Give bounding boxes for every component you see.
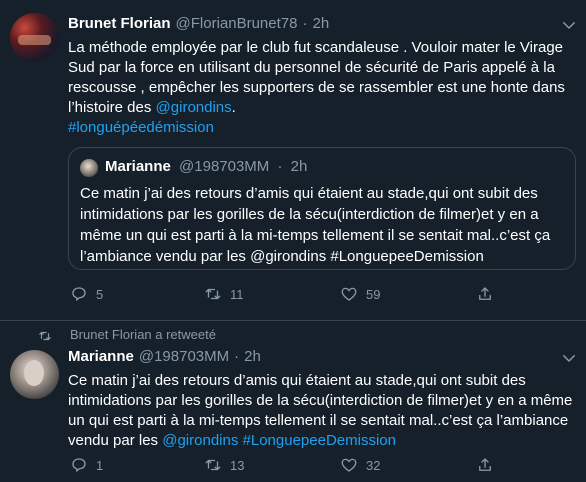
tweet-text-line: rescousse , empêcher les supporters de s…	[68, 79, 565, 96]
author-handle[interactable]: @198703MM	[139, 348, 229, 365]
text-fragment: .	[231, 99, 236, 116]
separator: ·	[277, 158, 283, 175]
tweet-2[interactable]: Marianne @198703MM · 2h Ce matin j’ai de…	[0, 321, 586, 482]
tweet-text: Ce matin j’ai des retours d’amis qui éta…	[68, 371, 580, 451]
share-icon	[479, 287, 491, 300]
share-icon	[479, 458, 491, 471]
tweet-text-line: Ce matin j’ai des retours d’amis qui éta…	[68, 372, 526, 389]
quoted-text-line: même un qui est parti à la mi-temps tell…	[80, 227, 551, 244]
quoted-text: Ce matin j’ai des retours d’amis qui éta…	[80, 183, 570, 267]
tweet-text-line: intimidations par les gorilles de la séc…	[68, 392, 573, 409]
tweet-text: La méthode employée par le club fut scan…	[68, 38, 578, 138]
author-handle[interactable]: @FlorianBrunet78	[176, 15, 298, 32]
text-fragment: l’histoire des	[68, 99, 156, 116]
quoted-tweet[interactable]: Marianne @198703MM · 2h Ce matin j’ai de…	[68, 147, 576, 270]
tweet-1[interactable]: Brunet Florian @FlorianBrunet78 · 2h La …	[0, 0, 586, 321]
reply-icon	[72, 287, 86, 301]
quoted-avatar	[80, 159, 98, 177]
reply-button[interactable]: 1	[70, 456, 103, 474]
share-button[interactable]	[476, 456, 502, 474]
text-fragment: vendu par les	[68, 432, 163, 449]
quoted-text-line: Ce matin j’ai des retours d’amis qui éta…	[80, 185, 538, 202]
mention-link[interactable]: @girondins	[156, 99, 232, 116]
mention-link[interactable]: @girondins	[162, 432, 238, 449]
tweet-header: Brunet Florian @FlorianBrunet78 · 2h	[68, 15, 329, 32]
separator: ·	[234, 348, 240, 365]
quoted-text-line: l’ambiance vendu par les @girondins #Lon…	[80, 248, 484, 265]
like-button[interactable]: 59	[340, 285, 380, 303]
retweet-icon	[205, 288, 221, 300]
like-icon	[341, 287, 357, 301]
retweet-count: 11	[230, 286, 244, 302]
quoted-author-name: Marianne	[105, 158, 171, 175]
quoted-text-line: intimidations par les gorilles de la séc…	[80, 206, 539, 223]
timestamp[interactable]: 2h	[244, 348, 261, 365]
tweet-text-line: un qui est parti à la mi-temps tellement…	[68, 412, 569, 429]
retweet-button[interactable]: 11	[204, 285, 244, 303]
reply-count: 5	[96, 286, 104, 302]
reply-icon	[72, 458, 86, 472]
like-icon	[341, 458, 357, 472]
author-name[interactable]: Brunet Florian	[68, 15, 171, 32]
tweet-text-line: l’histoire des @girondins.	[68, 98, 578, 118]
share-button[interactable]	[476, 285, 502, 303]
hashtag-link[interactable]: #LonguepeeDemission	[243, 432, 396, 449]
separator: ·	[302, 15, 308, 32]
tweet-text-line: Sud par la force en utilisant du personn…	[68, 59, 555, 76]
tweet-text-line: vendu par les @girondins #LonguepeeDemis…	[68, 431, 580, 451]
tweet-text-line: La méthode employée par le club fut scan…	[68, 39, 564, 56]
quoted-header: Marianne @198703MM · 2h	[105, 158, 307, 175]
quoted-timestamp: 2h	[290, 158, 308, 175]
chevron-down-icon[interactable]	[560, 349, 578, 367]
author-name[interactable]: Marianne	[68, 348, 134, 365]
retweet-icon	[205, 459, 221, 471]
like-count: 32	[366, 457, 381, 473]
tweet-header: Marianne @198703MM · 2h	[68, 348, 261, 365]
reply-count: 1	[96, 457, 104, 473]
timestamp[interactable]: 2h	[312, 15, 329, 32]
chevron-down-icon[interactable]	[560, 16, 578, 34]
avatar[interactable]	[10, 350, 59, 399]
like-count: 59	[366, 286, 381, 302]
quoted-author-handle: @198703MM	[179, 158, 270, 175]
avatar[interactable]	[10, 13, 59, 62]
retweet-count: 13	[230, 457, 245, 473]
like-button[interactable]: 32	[340, 456, 380, 474]
retweet-button[interactable]: 13	[204, 456, 244, 474]
reply-button[interactable]: 5	[70, 285, 103, 303]
hashtag-link[interactable]: #longuépéedémission	[68, 119, 214, 136]
